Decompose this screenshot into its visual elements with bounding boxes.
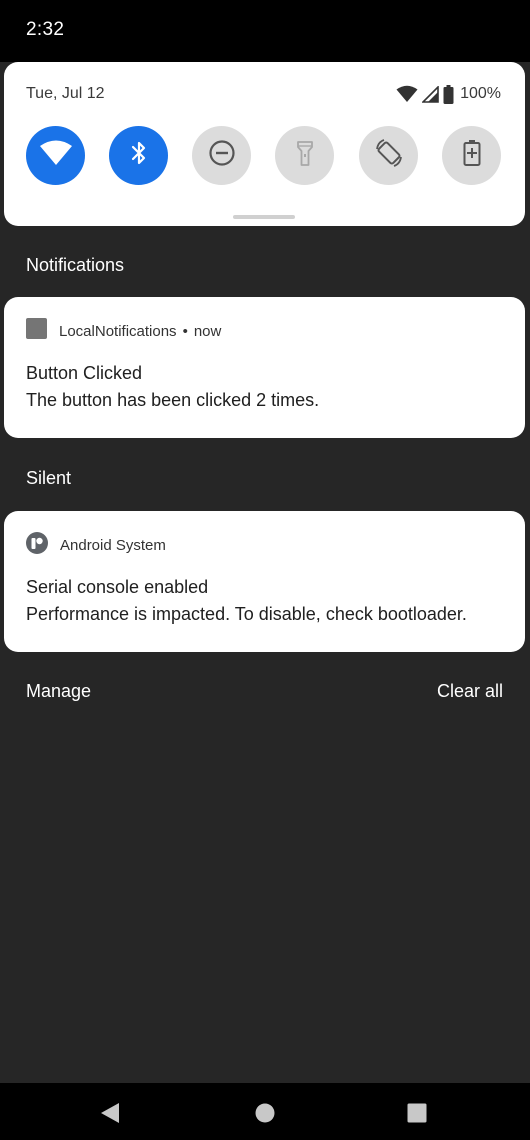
notification-shade: 2:32 Tue, Jul 12 100% Notifications Loca… (0, 0, 530, 1140)
manage-button[interactable]: Manage (26, 681, 91, 702)
battery-icon (443, 84, 454, 104)
quick-settings-tiles (26, 126, 502, 186)
back-icon[interactable] (99, 1102, 121, 1124)
clear-all-button[interactable]: Clear all (437, 681, 503, 702)
flashlight-icon (296, 139, 314, 172)
notification-app-name: LocalNotifications (59, 322, 177, 340)
notification-card-android-system[interactable]: Android System Serial console enabled Pe… (4, 511, 525, 652)
drag-handle[interactable] (233, 215, 295, 219)
battery-saver-icon (463, 139, 481, 172)
wifi-signal-icon (396, 85, 418, 103)
notification-title: Button Clicked (26, 363, 143, 383)
recents-icon[interactable] (406, 1102, 428, 1124)
cell-signal-icon (422, 85, 439, 103)
android-system-icon (26, 531, 48, 559)
qs-status-icons: 100% (396, 82, 501, 106)
status-bar: 2:32 (0, 0, 530, 62)
notification-card-local[interactable]: LocalNotifications • now Button Clicked … (4, 297, 525, 438)
quick-settings-panel: Tue, Jul 12 100% (4, 62, 525, 226)
navigation-bar (0, 1083, 530, 1140)
tile-wifi[interactable] (26, 126, 85, 185)
notification-body: Performance is impacted. To disable, che… (26, 604, 467, 624)
notification-time: now (193, 322, 222, 340)
notification-title: Serial console enabled (26, 577, 209, 597)
battery-percent: 100% (460, 85, 501, 102)
home-icon[interactable] (254, 1102, 276, 1124)
auto-rotate-icon (374, 138, 404, 173)
notification-app-name: Android System (60, 536, 166, 554)
notification-header: LocalNotifications • now (26, 318, 222, 344)
tile-do-not-disturb[interactable] (192, 126, 251, 185)
bluetooth-icon (129, 139, 149, 172)
notification-body: The button has been clicked 2 times. (26, 390, 320, 410)
status-time: 2:32 (26, 19, 65, 40)
tile-auto-rotate[interactable] (359, 126, 418, 185)
app-icon (26, 318, 47, 344)
tile-bluetooth[interactable] (109, 126, 168, 185)
qs-date[interactable]: Tue, Jul 12 (26, 85, 105, 103)
tile-battery-saver[interactable] (442, 126, 501, 185)
section-notifications: Notifications (26, 255, 125, 275)
do-not-disturb-icon (208, 139, 236, 172)
wifi-icon (39, 140, 73, 171)
section-silent: Silent (26, 468, 72, 488)
notification-header: Android System (26, 531, 166, 559)
notification-separator: • (182, 322, 188, 340)
tile-flashlight[interactable] (275, 126, 334, 185)
